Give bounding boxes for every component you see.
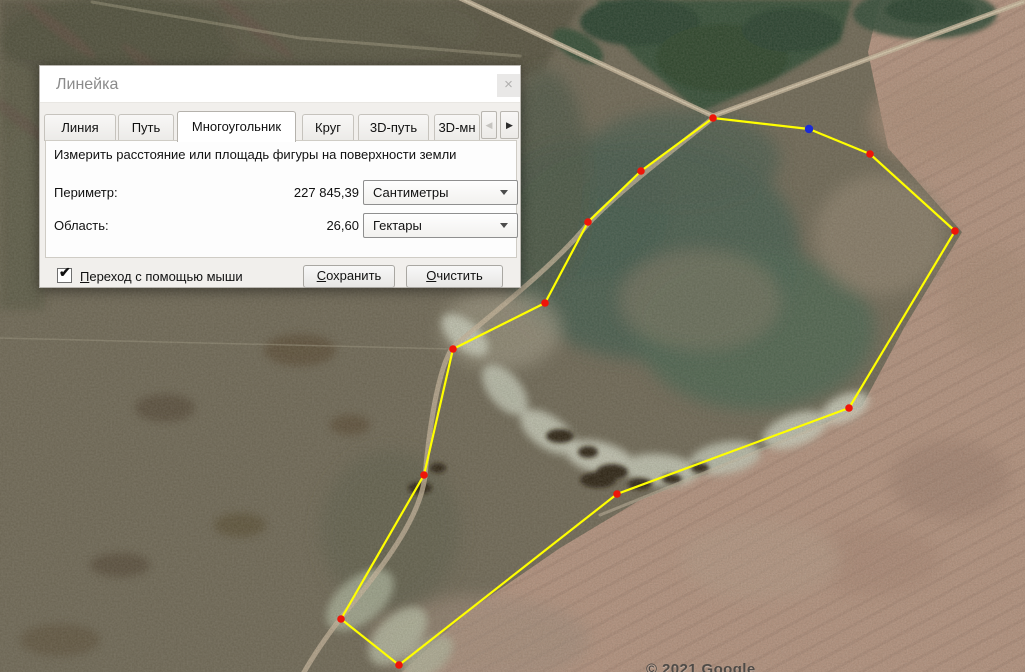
area-unit-select[interactable]: Гектары	[363, 213, 518, 238]
mouse-nav-checkbox[interactable]: ✔	[57, 264, 72, 283]
polygon-vertex-blue[interactable]	[804, 124, 814, 134]
polygon-vertex-red[interactable]	[420, 471, 428, 479]
save-rest: охранить	[326, 268, 382, 283]
close-icon[interactable]: ×	[497, 74, 520, 97]
perimeter-label: Периметр:	[54, 185, 118, 200]
ruler-dialog: Линейка × Линия Путь Многоугольник Круг …	[39, 65, 521, 288]
polygon-vertex-red[interactable]	[866, 150, 874, 158]
tab-line[interactable]: Линия	[44, 114, 116, 141]
polygon-vertex-red[interactable]	[637, 167, 645, 175]
clear-rest: чистить	[436, 268, 483, 283]
dropdown-arrow-icon	[500, 190, 508, 195]
tab-3d-path[interactable]: 3D-путь	[358, 114, 429, 141]
clear-button[interactable]: Очистить	[406, 265, 503, 288]
polygon-vertex-red[interactable]	[584, 218, 592, 226]
dialog-titlebar[interactable]: Линейка ×	[40, 66, 520, 103]
polygon-vertex-red[interactable]	[541, 299, 549, 307]
polygon-vertex-red[interactable]	[449, 345, 457, 353]
tab-path-label: Путь	[131, 120, 161, 135]
tab-circle-label: Круг	[315, 120, 341, 135]
tab-3d-polygon-label: 3D-мн	[438, 120, 476, 135]
polygon-vertex-red[interactable]	[395, 661, 403, 669]
check-icon: ✔	[59, 264, 71, 280]
tab-circle[interactable]: Круг	[302, 114, 354, 141]
tab-polygon-label: Многоугольник	[191, 119, 282, 134]
tab-scroll-left-icon[interactable]: ◀	[481, 111, 497, 139]
polygon-vertex-red[interactable]	[845, 404, 853, 412]
perimeter-value: 227 845,39	[293, 185, 359, 200]
dropdown-arrow-icon	[500, 223, 508, 228]
mouse-nav-label: Переход с помощью мыши	[80, 269, 243, 284]
tab-scroll-right-icon[interactable]: ▶	[500, 111, 519, 139]
tab-3d-polygon[interactable]: 3D-мн	[434, 114, 480, 141]
tab-path[interactable]: Путь	[118, 114, 174, 141]
mouse-nav-mnemonic: П	[80, 269, 90, 284]
area-unit-value: Гектары	[373, 218, 422, 233]
save-mnemonic: С	[316, 268, 327, 283]
google-earth-window: © 2021 Google Линейка × Линия Путь Много…	[0, 0, 1025, 672]
save-button[interactable]: Сохранить	[303, 265, 395, 288]
perimeter-unit-value: Сантиметры	[373, 185, 449, 200]
polygon-vertex-red[interactable]	[709, 114, 717, 122]
perimeter-unit-select[interactable]: Сантиметры	[363, 180, 518, 205]
polygon-vertex-red[interactable]	[337, 615, 345, 623]
tab-3d-path-label: 3D-путь	[369, 120, 418, 135]
tab-polygon[interactable]: Многоугольник	[177, 111, 296, 142]
tab-description: Измерить расстояние или площадь фигуры н…	[54, 147, 457, 162]
tab-line-label: Линия	[61, 120, 99, 135]
clear-mnemonic: О	[426, 268, 437, 283]
google-watermark: © 2021 Google	[646, 661, 756, 672]
mouse-nav-rest: ереход с помощью мыши	[89, 269, 243, 284]
area-label: Область:	[54, 218, 109, 233]
polygon-tab-panel: Измерить расстояние или площадь фигуры н…	[45, 140, 518, 258]
polygon-vertex-red[interactable]	[613, 490, 621, 498]
polygon-vertex-red[interactable]	[951, 227, 959, 235]
dialog-title: Линейка	[56, 76, 119, 93]
area-value: 26,60	[326, 218, 359, 233]
